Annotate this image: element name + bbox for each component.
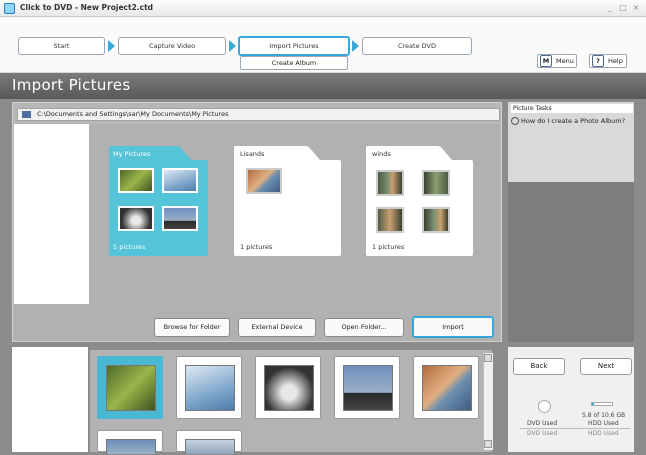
back-button[interactable]: Back (513, 358, 565, 375)
capacity-divider (520, 428, 630, 429)
folder-up-icon[interactable] (22, 110, 31, 118)
picture-thumb (376, 207, 404, 233)
hdd-used-label: HDD Used (588, 420, 619, 427)
filmstrip-item[interactable] (413, 356, 479, 419)
window-title: Click to DVD - New Project2.ctd (20, 3, 154, 12)
folder-picture-count: 1 pictures (372, 243, 405, 251)
filmstrip-left-column (12, 347, 88, 452)
help-key-icon: ? (592, 55, 604, 67)
folder-name: winds (372, 150, 391, 158)
help-link-text: How do I create a Photo Album? (521, 117, 626, 125)
dvd-usage-disc-icon (538, 400, 551, 413)
folder-name: Lisands (240, 150, 265, 158)
folder-name: My Pictures (113, 150, 151, 158)
step-arrow-icon (108, 40, 115, 52)
step-create-album[interactable]: Create Album (240, 56, 348, 70)
filmstrip-item[interactable] (176, 356, 242, 419)
tasks-panel (508, 102, 634, 182)
step-arrow-icon (352, 40, 359, 52)
folder-tree-column (14, 124, 89, 304)
picture-thumb (422, 207, 450, 233)
browse-for-folder-button[interactable]: Browse for Folder (154, 318, 230, 337)
help-circle-icon (511, 117, 519, 125)
menu-label: Menu (556, 57, 574, 65)
page-title: Import Pictures (12, 76, 131, 94)
picture-thumb (118, 168, 154, 193)
menu-key-icon: M (540, 55, 552, 67)
picture-thumb (162, 206, 198, 231)
filmstrip-item[interactable] (334, 356, 400, 419)
right-panel-blank (508, 182, 634, 342)
hdd-used-value: 5.8 of 10.6 GB (582, 412, 626, 419)
folder-tab-slope (179, 146, 191, 160)
app-icon (4, 3, 15, 14)
folder-tab-slope (308, 146, 320, 160)
minimize-icon[interactable]: _ (604, 2, 616, 14)
next-button[interactable]: Next (580, 358, 632, 375)
dvd-used-sub-label: DVD Used (527, 430, 558, 437)
filmstrip-scrollbar[interactable] (483, 353, 493, 450)
external-device-button[interactable]: External Device (238, 318, 316, 337)
close-icon[interactable]: × (630, 2, 642, 14)
filmstrip-item[interactable] (97, 356, 163, 419)
step-capture-video[interactable]: Capture Video (118, 37, 226, 55)
step-arrow-icon (229, 40, 236, 52)
help-label: Help (608, 57, 623, 65)
picture-thumb (162, 168, 198, 193)
scroll-up-icon[interactable] (484, 354, 492, 362)
filmstrip-item[interactable] (97, 430, 163, 454)
hdd-used-sub-label: HDD Used (588, 430, 619, 437)
step-import-pictures[interactable]: Import Pictures (238, 36, 350, 56)
picture-thumb (376, 170, 404, 196)
import-button[interactable]: Import (412, 316, 494, 338)
photo-album-help-link[interactable]: How do I create a Photo Album? (511, 117, 625, 125)
path-text: C:\Documents and Settings\sar\My Documen… (37, 110, 229, 118)
scroll-down-icon[interactable] (484, 440, 492, 448)
path-bar[interactable]: C:\Documents and Settings\sar\My Documen… (17, 108, 500, 121)
step-create-dvd[interactable]: Create DVD (362, 37, 472, 55)
picture-thumb (422, 170, 450, 196)
folder-picture-count: 5 pictures (113, 243, 146, 251)
hdd-usage-bar (591, 402, 613, 406)
help-button[interactable]: ? Help (589, 54, 627, 68)
picture-thumb (246, 168, 282, 194)
open-folder-button[interactable]: Open Folder... (324, 318, 404, 337)
filmstrip-item[interactable] (176, 430, 242, 454)
folder-picture-count: 1 pictures (240, 243, 273, 251)
filmstrip-item[interactable] (255, 356, 321, 419)
folder-tab-slope (440, 146, 452, 160)
maximize-icon[interactable]: □ (617, 2, 629, 14)
step-start[interactable]: Start (18, 37, 105, 55)
menu-button[interactable]: M Menu (537, 54, 577, 68)
tasks-heading: Picture Tasks (511, 104, 633, 113)
dvd-used-label: DVD Used (527, 420, 558, 427)
picture-thumb (118, 206, 154, 231)
